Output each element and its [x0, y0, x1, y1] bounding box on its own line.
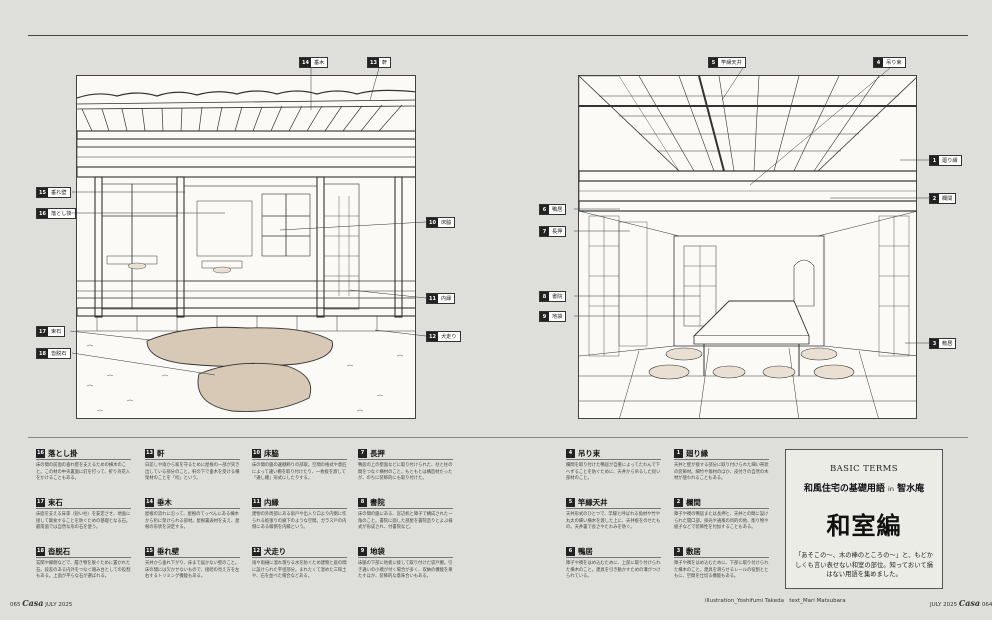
term-word: 束石 [48, 498, 63, 507]
term-word: 犬走り [264, 547, 287, 556]
term-number: 1 [674, 449, 683, 458]
term-description: 床の間の前面の垂れ壁を支えるための横木のこと。この材の中央裏面に釘を打って、折り… [36, 463, 131, 482]
term-1: 1 廻り縁天井と壁が接する部分に取り付けられた細い帯状の装飾材。細竹や角材のほか、… [674, 444, 769, 483]
title-box: BASIC TERMS 和風住宅の基礎用語 in 智水庵 和室編 「あそこの〜、… [785, 449, 943, 589]
term-word: 落とし掛 [48, 449, 78, 458]
right-page-number: 064 [981, 602, 992, 608]
term-word: 内縁 [264, 498, 279, 507]
term-10: 10 床脇床の間の脇の違棚飾りの部取。空間の格式や意匠によって違い棚を取り付けたり… [252, 444, 347, 483]
term-description: 床脇の下部に地板に接して取り付けた袋戸棚。引き違いの小襖が付く場合が多く、収納の… [358, 561, 453, 580]
term-number: 12 [252, 547, 261, 556]
term-word: 竿縁天井 [578, 498, 608, 507]
footer-right: JULY 2025 Casa 064 [930, 598, 992, 608]
term-description: 建物の外周部にある雨戸や出入り口より内側に作られる板張りの廊下のような空間。ガラ… [252, 512, 347, 531]
kicker: BASIC TERMS [830, 464, 898, 474]
term-5: 5 竿縁天井天井形式のひとつで、竿縁と呼ばれる角材や竹や丸太の細い横木を渡した上に… [566, 493, 661, 532]
left-page-number: 065 [10, 602, 21, 608]
term-word: 長押 [370, 449, 385, 458]
subtitle-place: 智水庵 [897, 484, 925, 494]
term-12: 12 犬走り雨や雨樋に溜れ落ちる水を防ぐため建物と庭の間に設けられた平坦部分。まれ… [252, 542, 347, 581]
term-17: 17 束石床面を支える床束（短い柱）を安定させ、地面に接して腐食することを防ぐため… [36, 493, 131, 532]
term-13: 13 軒日差しや雨から家を守るために屋根の一部が突き出している部分のこと。軒の下で… [145, 444, 240, 483]
credit-illustration: illustration_Yoshifumi Takeda [705, 598, 784, 604]
term-11: 11 内縁建物の外周部にある雨戸や出入り口より内側に作られる板張りの廊下のような空… [252, 493, 347, 532]
footer-credits: illustration_Yoshifumi Takeda text_Mari … [705, 598, 846, 604]
term-word: 地袋 [370, 547, 385, 556]
term-word: 垂木 [157, 498, 172, 507]
term-word: 床脇 [264, 449, 279, 458]
term-4: 4 吊り束欄間を取り付けた鴨居が自重によってたわんで下へずることを防ぐために、天井… [566, 444, 661, 483]
term-number: 13 [145, 449, 154, 458]
term-description: 玄関や縁側などで、履き物を脱ぐために置かれた石。段差のある内外をつなぐ踏み台とし… [36, 561, 131, 580]
term-9: 9 地袋床脇の下部に地板に接して取り付けた袋戸棚。引き違いの小襖が付く場合が多く、… [358, 542, 453, 581]
term-18: 18 沓脱石玄関や縁側などで、履き物を脱ぐために置かれた石。段差のある内外をつなぐ… [36, 542, 131, 581]
term-number: 9 [358, 547, 367, 556]
term-number: 6 [566, 547, 575, 556]
term-description: 障子や襖をはめ込むために、上部に取り付けられた横木のこと。建具を引き動かすための… [566, 561, 661, 580]
footer-left: 065 Casa JULY 2025 [10, 598, 72, 608]
term-word: 廻り縁 [686, 449, 709, 458]
term-number: 15 [145, 547, 154, 556]
term-description: 天井形式のひとつで、竿縁と呼ばれる角材や竹や丸太の細い横木を渡した上に、天井板を… [566, 512, 661, 531]
term-7: 7 長押鴨居の上の壁面などに取り付けられた、柱と柱の間をつなぐ横材のこと。もともと… [358, 444, 453, 483]
term-description: 天井と壁が接する部分に取り付けられた細い帯状の装飾材。細竹や角材のほか、皮付きの… [674, 463, 769, 482]
intro-text: 「あそこの〜、木の棒のところの〜」と、もどかしくも言い表せない和室の部位。知って… [794, 552, 934, 578]
term-number: 17 [36, 498, 45, 507]
term-2: 2 欄間障子や襖の鴨居または長押と、天井との間に設けられた開口部。採光や通風の目的… [674, 493, 769, 532]
term-description: 障子や襖をはめ込むために、下部に取り付けられた横木のこと。建具を滑らせるレールの… [674, 561, 769, 580]
term-description: 屋根の流れに沿って、屋根のてっぺんにある棟木から桁に架けられる部材。屋根裏表材を… [145, 512, 240, 531]
term-description: 雨や雨樋に溜れ落ちる水を防ぐため建物と庭の間に設けられた平坦部分。まれたくて湿め… [252, 561, 347, 580]
term-word: 敷居 [686, 547, 701, 556]
term-description: 鴨居の上の壁面などに取り付けられた、柱と柱の間をつなぐ横材のこと。もともとは構造… [358, 463, 453, 482]
term-number: 14 [145, 498, 154, 507]
term-description: 天井から垂れ下がり、床まで届かない壁のこと。床の間には欠かせないもので、接続の見… [145, 561, 240, 580]
term-description: 床面を支える床束（短い柱）を安定させ、地面に接して腐食することを防ぐための基礎と… [36, 512, 131, 531]
magazine-spread: 14 垂木 13 軒 15 垂れ壁 16 落とし掛 10 床脇 11 内縁 12 犬走り 17… [0, 0, 992, 620]
credit-text: text_Mari Matsubara [789, 598, 846, 604]
term-15: 15 垂れ壁天井から垂れ下がり、床まで届かない壁のこと。床の間には欠かせないもので… [145, 542, 240, 581]
main-title: 和室編 [826, 512, 902, 540]
term-word: 吊り束 [578, 449, 601, 458]
term-number: 16 [36, 449, 45, 458]
term-number: 11 [252, 498, 261, 507]
term-number: 8 [358, 498, 367, 507]
term-number: 7 [358, 449, 367, 458]
term-3: 3 敷居障子や襖をはめ込むために、下部に取り付けられた横木のこと。建具を滑らせるレ… [674, 542, 769, 581]
term-description: 床の間の脇の違棚飾りの部取。空間の格式や意匠によって違い棚を取り付けたり、一枚板… [252, 463, 347, 482]
term-description: 日差しや雨から家を守るために屋根の一部が突き出している部分のこと。軒の下で垂木を… [145, 463, 240, 482]
term-number: 3 [674, 547, 683, 556]
subtitle-in: in [888, 485, 894, 493]
right-logo: Casa [958, 598, 981, 608]
term-word: 軒 [157, 449, 165, 458]
subtitle-main: 和風住宅の基礎用語 [803, 484, 885, 494]
term-number: 5 [566, 498, 575, 507]
term-6: 6 鴨居障子や襖をはめ込むために、上部に取り付けられた横木のこと。建具を引き動かす… [566, 542, 661, 581]
term-word: 鴨居 [578, 547, 593, 556]
term-8: 8 書院床の間の脇にある、窓辺机と障子で構成された一角のこと。書院に面した部屋を書… [358, 493, 453, 532]
left-date: JULY 2025 [45, 602, 73, 608]
term-word: 垂れ壁 [157, 547, 180, 556]
term-description: 床の間の脇にある、窓辺机と障子で構成された一角のこと。書院に面した部屋を書院造り… [358, 512, 453, 531]
term-number: 18 [36, 547, 45, 556]
term-number: 10 [252, 449, 261, 458]
term-word: 欄間 [686, 498, 701, 507]
term-word: 書院 [370, 498, 385, 507]
term-number: 2 [674, 498, 683, 507]
term-word: 沓脱石 [48, 547, 71, 556]
term-14: 14 垂木屋根の流れに沿って、屋根のてっぺんにある棟木から桁に架けられる部材。屋根… [145, 493, 240, 532]
term-description: 障子や襖の鴨居または長押と、天井との間に設けられた開口部。採光や通風の目的の他、… [674, 512, 769, 531]
term-number: 4 [566, 449, 575, 458]
right-date: JULY 2025 [930, 602, 958, 608]
subtitle: 和風住宅の基礎用語 in 智水庵 [786, 481, 942, 494]
term-16: 16 落とし掛床の間の前面の垂れ壁を支えるための横木のこと。この材の中央裏面に釘を… [36, 444, 131, 483]
left-logo: Casa [22, 598, 44, 608]
term-description: 欄間を取り付けた鴨居が自重によってたわんで下へずることを防ぐために、天井から吊る… [566, 463, 661, 482]
